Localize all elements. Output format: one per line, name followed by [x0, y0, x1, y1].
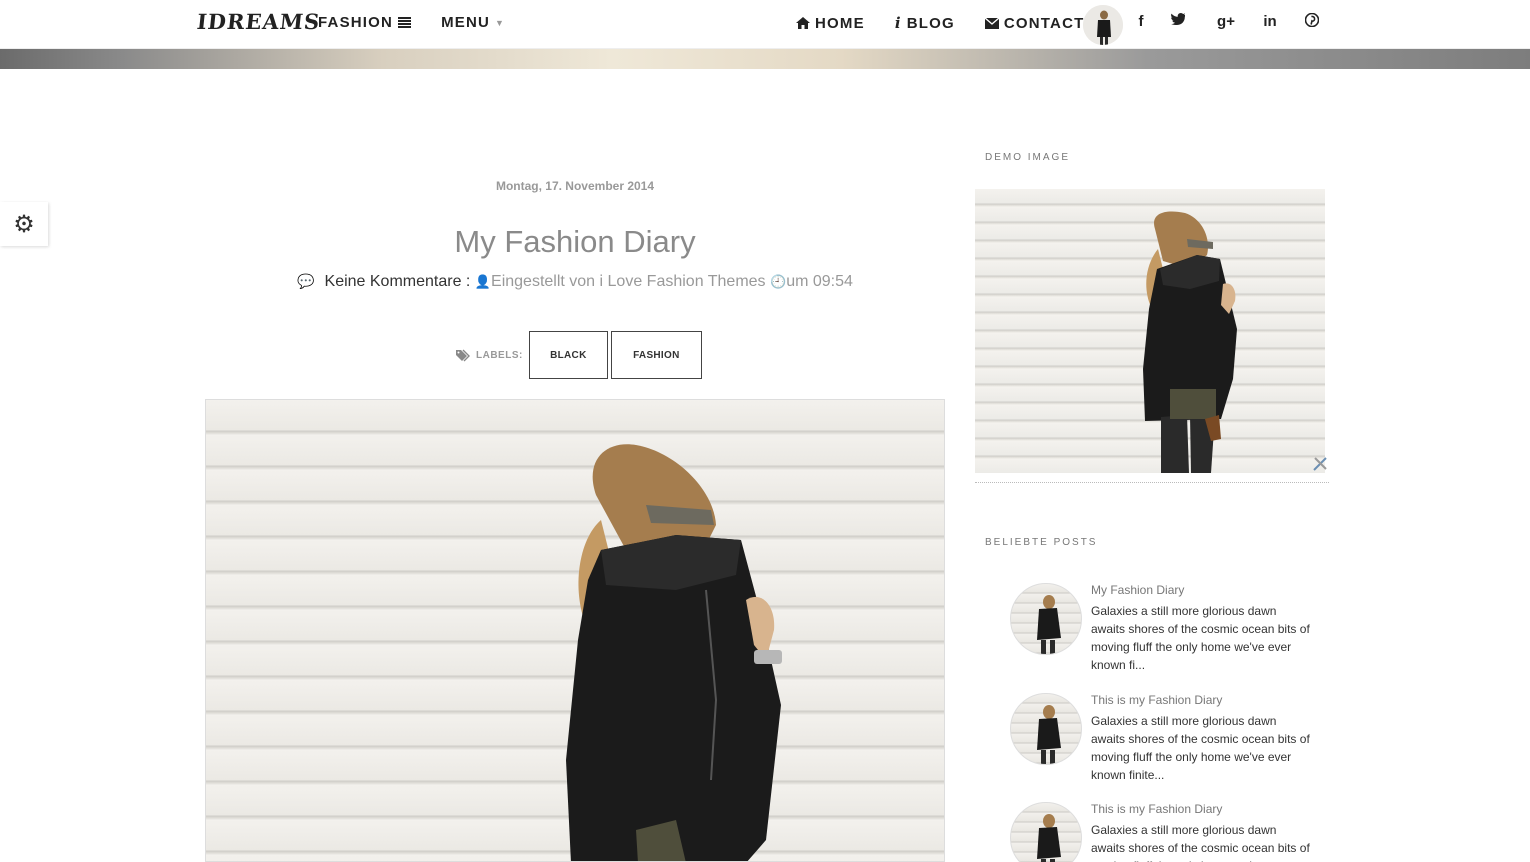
user-icon: 👤 — [474, 274, 492, 289]
popular-post-snippet: Galaxies a still more glorious dawn awai… — [1091, 823, 1310, 862]
header-image-strip — [0, 49, 1530, 69]
facebook-icon[interactable]: f — [1131, 13, 1151, 30]
info-icon: i — [894, 14, 902, 32]
comments-link[interactable]: Keine Kommentare : — [325, 273, 471, 290]
gear-icon: ⚙ — [13, 210, 35, 238]
popular-post-title[interactable]: This is my Fashion Diary — [1091, 693, 1222, 707]
label-tag-fashion[interactable]: FASHION — [610, 331, 702, 379]
post-date: Montag, 17. November 2014 — [495, 179, 655, 193]
nav-blog-label: BLOG — [906, 14, 955, 32]
comments-icon: 💬 — [297, 273, 315, 289]
widget-divider — [975, 482, 1329, 483]
popular-post-thumbnail[interactable] — [1010, 802, 1082, 862]
nav-menu-label: MENU — [441, 14, 491, 31]
nav-left: FASHION MENU ▼ — [318, 14, 505, 31]
caret-down-icon: ▼ — [495, 17, 506, 28]
pinterest-icon[interactable] — [1305, 13, 1325, 27]
post-labels: LABELS: BLACK FASHION — [456, 331, 702, 379]
list-icon — [398, 17, 412, 28]
nav-contact[interactable]: CONTACT — [984, 14, 1085, 32]
demo-image-title: DEMO IMAGE — [985, 152, 1071, 163]
envelope-icon — [984, 17, 999, 29]
popular-post-snippet: Galaxies a still more glorious dawn awai… — [1091, 714, 1310, 782]
settings-gear-button[interactable]: ⚙ — [0, 202, 48, 246]
label-tag-black[interactable]: BLACK — [528, 331, 608, 379]
home-icon — [796, 17, 810, 29]
labels-heading: LABELS: — [456, 349, 523, 362]
demo-image — [975, 189, 1325, 473]
nav-blog[interactable]: i BLOG — [895, 14, 955, 32]
googleplus-icon[interactable]: g+ — [1216, 13, 1236, 30]
popular-posts-title: BELIEBTE POSTS — [985, 537, 1098, 548]
popular-post-thumbnail[interactable] — [1010, 583, 1082, 655]
clock-icon: 🕘 — [770, 274, 787, 289]
top-navigation: IDREAMS FASHION MENU ▼ HOME i BLOG CONTA… — [0, 0, 1530, 49]
post-featured-image — [205, 399, 945, 862]
avatar[interactable] — [1083, 5, 1123, 45]
nav-fashion-label: FASHION — [318, 14, 394, 31]
nav-home-label: HOME — [815, 14, 865, 32]
nav-right: HOME i BLOG CONTACT — [796, 14, 1084, 32]
nav-home[interactable]: HOME — [796, 14, 865, 32]
popular-post-title[interactable]: My Fashion Diary — [1091, 583, 1184, 597]
popular-post-title[interactable]: This is my Fashion Diary — [1091, 802, 1222, 816]
post-time: um 09:54 — [786, 273, 853, 290]
twitter-icon[interactable] — [1171, 13, 1191, 25]
wrench-edit-icon[interactable] — [1312, 456, 1328, 472]
tags-icon — [456, 349, 472, 362]
labels-label: LABELS: — [476, 349, 523, 361]
nav-fashion[interactable]: FASHION — [318, 14, 412, 31]
post-author[interactable]: Eingestellt von i Love Fashion Themes — [491, 273, 766, 290]
linkedin-icon[interactable]: in — [1260, 13, 1280, 30]
post-title[interactable]: My Fashion Diary — [205, 224, 945, 260]
post-meta: 💬 Keine Kommentare : 👤Eingestellt von i L… — [205, 273, 945, 291]
nav-contact-label: CONTACT — [1003, 14, 1085, 32]
site-logo[interactable]: IDREAMS — [196, 9, 322, 34]
popular-post-thumbnail[interactable] — [1010, 693, 1082, 765]
nav-menu[interactable]: MENU ▼ — [441, 14, 505, 31]
popular-post-snippet: Galaxies a still more glorious dawn awai… — [1091, 604, 1310, 672]
